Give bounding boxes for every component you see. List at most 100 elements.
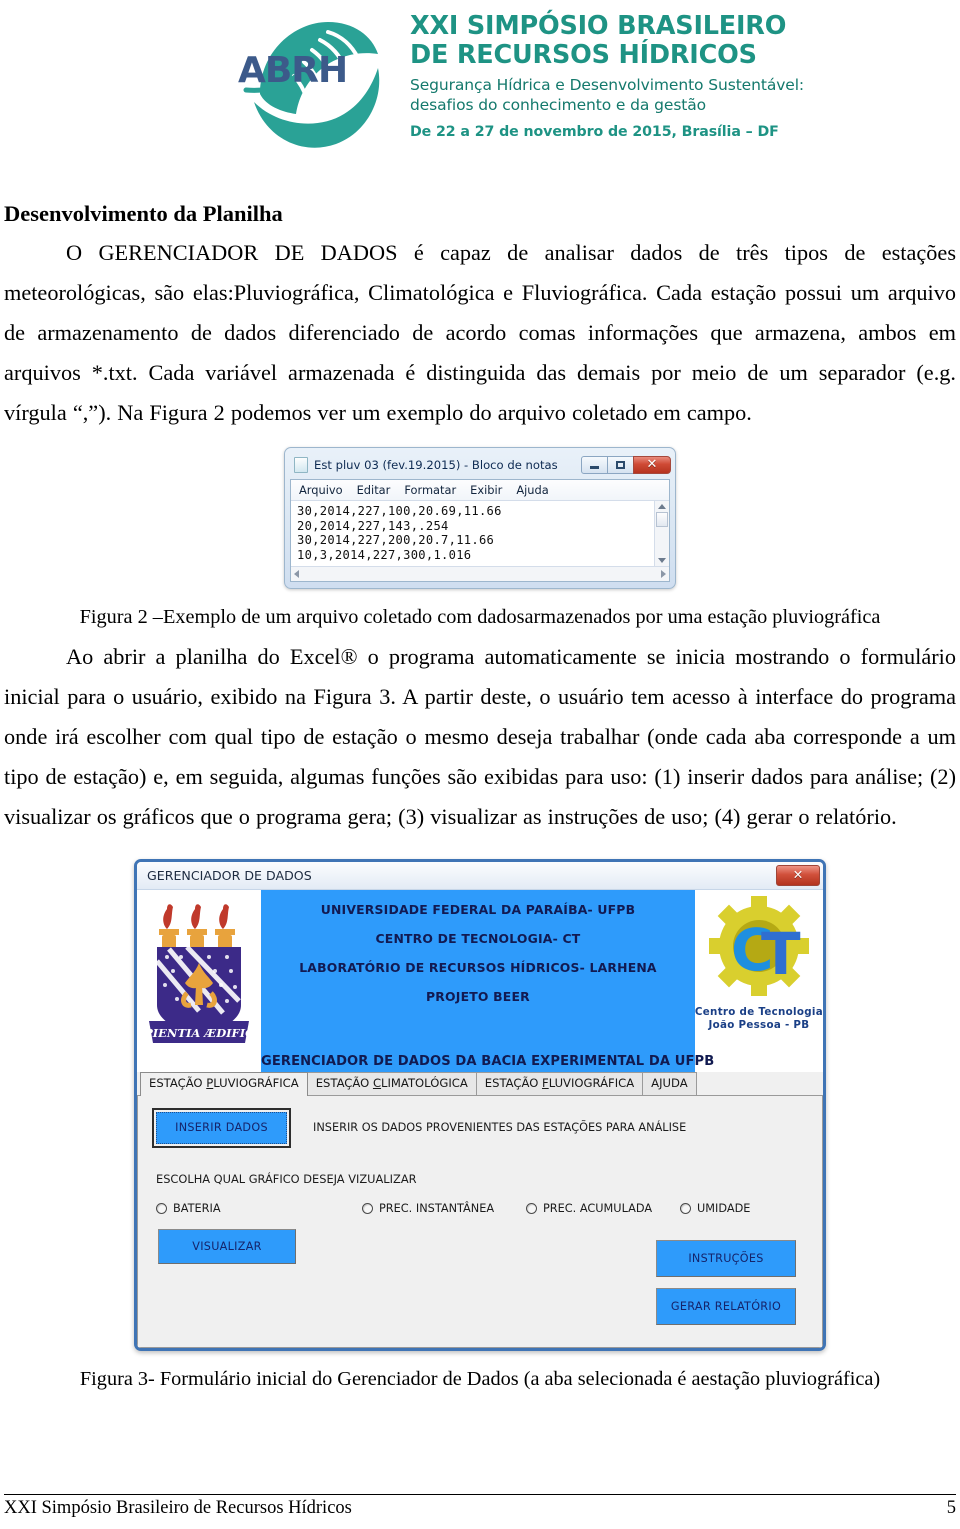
radio-indicator-icon[interactable] [362, 1202, 373, 1214]
insert-row: INSERIR DADOS INSERIR OS DADOS PROVENIEN… [152, 1107, 808, 1148]
notepad-text-row: 30,2014,227,100,20.69,11.66 20,2014,227,… [291, 501, 669, 567]
instrucoes-button[interactable]: INSTRUÇÕES [656, 1239, 796, 1277]
radio-prec-acumulada[interactable]: PREC. ACUMULADA [526, 1202, 680, 1215]
menu-ajuda[interactable]: Ajuda [516, 483, 548, 497]
maximize-icon[interactable] [607, 455, 634, 474]
close-icon[interactable]: ✕ [776, 864, 820, 886]
insert-dados-description: INSERIR OS DADOS PROVENIENTES DAS ESTAÇÕ… [313, 1121, 687, 1135]
event-header-band: ABRH XXI SIMPÓSIO BRASILEIRO DE RECURSOS… [0, 0, 960, 180]
footer-page-number: 5 [946, 1498, 956, 1518]
radio-indicator-icon[interactable] [526, 1202, 537, 1214]
tab-label-ajuda: AJUDA [651, 1076, 688, 1091]
ct-logo-block: C T Centro de Tecnologia João Pessoa - P… [694, 889, 823, 1072]
notepad-text-content[interactable]: 30,2014,227,100,20.69,11.66 20,2014,227,… [291, 501, 654, 566]
tab-estacao-fluviografica[interactable]: ESTAÇÃO FLUVIOGRÁFICA [475, 1072, 644, 1095]
notepad-menubar: Arquivo Editar Formatar Exibir Ajuda [291, 480, 669, 501]
notepad-window: Est pluv 03 (fev.19.2015) - Bloco de not… [284, 447, 676, 590]
figure3-container: GERENCIADOR DE DADOS ✕ IENTIA ÆDIFI UNIV… [0, 858, 960, 1351]
abrh-logo-icon: ABRH [232, 6, 400, 156]
paragraph-workflow: Ao abrir a planilha do Excel® o programa… [4, 643, 956, 829]
app-titlebar: GERENCIADOR DE DADOS ✕ [137, 861, 823, 890]
notepad-client-area: Arquivo Editar Formatar Exibir Ajuda 30,… [290, 479, 670, 583]
event-date: De 22 a 27 de novembro de 2015, Brasília… [410, 123, 779, 140]
banner-line-projeto: PROJETO BEER [426, 988, 530, 1004]
horizontal-scrollbar[interactable] [291, 566, 669, 582]
svg-text:T: T [761, 920, 801, 988]
radio-umidade[interactable]: UMIDADE [680, 1202, 750, 1215]
figure2-caption: Figura 2 –Exemplo de um arquivo coletado… [79, 606, 881, 629]
notepad-document-icon [294, 456, 308, 473]
radio-indicator-icon[interactable] [156, 1202, 167, 1214]
radio-indicator-icon[interactable] [680, 1202, 691, 1214]
notepad-titlebar: Est pluv 03 (fev.19.2015) - Bloco de not… [290, 452, 671, 477]
document-body: Desenvolvimento da Planilha O GERENCIADO… [0, 180, 960, 1392]
banner-line-universidade: UNIVERSIDADE FEDERAL DA PARAÍBA- UFPB [320, 901, 636, 917]
ct-caption-line1: Centro de Tecnologia [694, 1005, 823, 1018]
tab-estacao-pluviografica[interactable]: ESTAÇÃO PLUVIOGRÁFICA [140, 1072, 308, 1096]
tab-ajuda[interactable]: AJUDA [642, 1072, 697, 1095]
right-button-stack: INSTRUÇÕES GERAR RELATÓRIO [656, 1239, 796, 1325]
radio-label-umidade: UMIDADE [697, 1201, 751, 1215]
banner-footer-line: GERENCIADOR DE DADOS DA BACIA EXPERIMENT… [261, 1053, 715, 1069]
radio-label-prec-acumulada: PREC. ACUMULADA [543, 1201, 653, 1215]
notepad-window-controls: ✕ [581, 455, 671, 474]
app-title: GERENCIADOR DE DADOS [147, 867, 312, 883]
event-title-line1: XXI SIMPÓSIO BRASILEIRO [410, 11, 787, 41]
chart-prompt-label: ESCOLHA QUAL GRÁFICO DESEJA VIZUALIZAR [156, 1171, 417, 1186]
tab-post-pluviografica: LUVIOGRÁFICA [213, 1076, 299, 1091]
insert-dados-button-frame: INSERIR DADOS [152, 1107, 291, 1148]
event-title-line2: DE RECURSOS HÍDRICOS [410, 39, 757, 70]
menu-formatar[interactable]: Formatar [404, 483, 456, 497]
tab-accel-f: F [542, 1076, 549, 1091]
vertical-scrollbar[interactable] [654, 501, 669, 567]
banner-text-block: UNIVERSIDADE FEDERAL DA PARAÍBA- UFPB CE… [261, 890, 715, 1072]
scroll-down-icon[interactable] [658, 558, 666, 564]
event-logo-block: ABRH XXI SIMPÓSIO BRASILEIRO DE RECURSOS… [232, 6, 804, 156]
scrollbar-thumb[interactable] [656, 512, 668, 527]
ufpb-crest-icon: SAPIENTIA ÆDIFICAT [137, 889, 261, 1072]
minimize-icon[interactable] [581, 455, 608, 474]
tab-post-fluviografica: LUVIOGRÁFICA [548, 1076, 635, 1091]
menu-exibir[interactable]: Exibir [470, 483, 502, 497]
tab-label-climatologica: ESTAÇÃO [315, 1076, 373, 1091]
tab-post-climatologica: LIMATOLÓGICA [381, 1076, 468, 1091]
close-icon[interactable]: ✕ [633, 455, 671, 474]
tab-accel-c: C [372, 1076, 382, 1091]
radio-prec-instantanea[interactable]: PREC. INSTANTÂNEA [362, 1202, 526, 1215]
visualizar-button[interactable]: VISUALIZAR [158, 1228, 296, 1264]
section-heading: Desenvolvimento da Planilha [4, 201, 283, 226]
ct-caption-line2: João Pessoa - PB [708, 1019, 810, 1032]
radio-bateria[interactable]: BATERIA [156, 1202, 362, 1215]
scroll-right-icon[interactable] [661, 570, 666, 579]
tabpage-pluviografica: INSERIR DADOS INSERIR OS DADOS PROVENIEN… [137, 1095, 823, 1348]
banner-line-centro: CENTRO DE TECNOLOGIA- CT [375, 930, 581, 946]
insert-dados-button[interactable]: INSERIR DADOS [156, 1111, 287, 1144]
tab-label-fluviografica: ESTAÇÃO [484, 1076, 543, 1091]
app-banner: SAPIENTIA ÆDIFICAT UNIVERSIDADE FEDERAL … [137, 889, 823, 1072]
footer-event-name: XXI Simpósio Brasileiro de Recursos Hídr… [4, 1498, 352, 1518]
svg-text:ABRH: ABRH [238, 50, 347, 91]
figure2-container: Est pluv 03 (fev.19.2015) - Bloco de not… [0, 447, 960, 590]
tabstrip: ESTAÇÃO PLUVIOGRÁFICA ESTAÇÃO CLIMATOLÓG… [137, 1071, 823, 1096]
scroll-left-icon[interactable] [294, 570, 299, 579]
chart-radio-group: BATERIA PREC. INSTANTÂNEA PREC. ACUMULAD… [156, 1202, 808, 1215]
figure3-caption: Figura 3- Formulário inicial do Gerencia… [79, 1367, 881, 1390]
notepad-title: Est pluv 03 (fev.19.2015) - Bloco de not… [314, 457, 558, 472]
ct-gear-icon: C T [708, 895, 809, 996]
close-glyph: ✕ [792, 866, 804, 882]
svg-text:SAPIENTIA ÆDIFICAT: SAPIENTIA ÆDIFICAT [147, 1026, 251, 1040]
gerar-relatorio-button[interactable]: GERAR RELATÓRIO [656, 1287, 796, 1325]
gerenciador-window: GERENCIADOR DE DADOS ✕ IENTIA ÆDIFI UNIV… [134, 858, 826, 1351]
radio-label-prec-instantanea: PREC. INSTANTÂNEA [379, 1201, 495, 1215]
page-footer: XXI Simpósio Brasileiro de Recursos Hídr… [0, 1494, 960, 1519]
menu-editar[interactable]: Editar [357, 483, 391, 497]
scroll-up-icon[interactable] [658, 504, 666, 509]
radio-label-bateria: BATERIA [173, 1201, 221, 1215]
paragraph-intro: O GERENCIADOR DE DADOS é capaz de analis… [4, 240, 956, 425]
event-subtitle-line2: desafios do conhecimento e da gestão [410, 95, 707, 114]
tab-estacao-climatologica[interactable]: ESTAÇÃO CLIMATOLÓGICA [306, 1072, 477, 1095]
menu-arquivo[interactable]: Arquivo [299, 483, 343, 497]
event-subtitle-line1: Segurança Hídrica e Desenvolvimento Sust… [410, 76, 805, 95]
banner-line-laboratorio: LABORATÓRIO DE RECURSOS HÍDRICOS- LARHEN… [299, 959, 657, 975]
tab-label-pluviografica: ESTAÇÃO [149, 1076, 207, 1091]
